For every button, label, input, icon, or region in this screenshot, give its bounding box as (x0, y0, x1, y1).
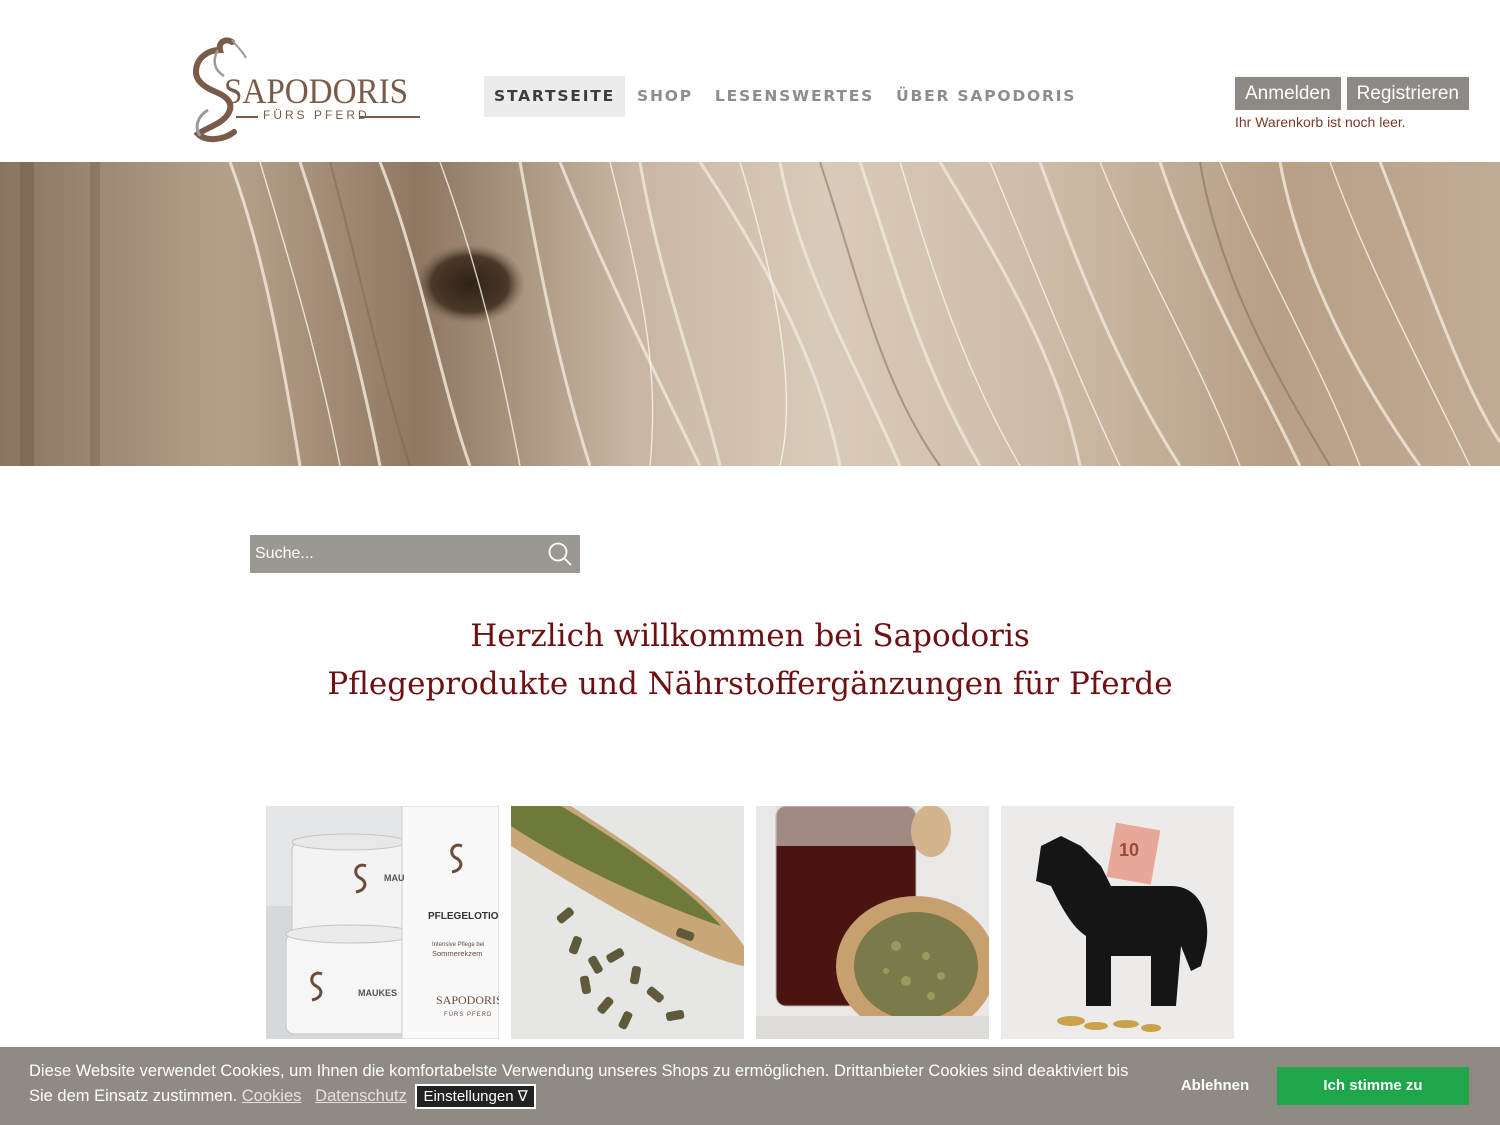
logo-divider-right (360, 116, 420, 118)
register-button[interactable]: Registrieren (1346, 77, 1469, 110)
label-mauke-1: MAU (384, 873, 405, 883)
hero-banner (0, 162, 1500, 466)
category-tiles: PFLEGELOTION Intensive Pflege bei Sommer… (266, 806, 1234, 1039)
welcome-heading: Herzlich willkommen bei Sapodoris Pflege… (0, 612, 1500, 708)
search-input[interactable] (250, 535, 540, 573)
banknote-text: 10 (1119, 840, 1139, 860)
tile-savings[interactable]: 10 (1001, 806, 1234, 1039)
horse-mane-image (0, 162, 1500, 466)
label-sapodoris: SAPODORIS (436, 993, 499, 1007)
cookie-banner: Diese Website verwendet Cookies, um Ihne… (0, 1047, 1500, 1125)
tile-oil-herbs[interactable] (756, 806, 989, 1039)
privacy-link[interactable]: Datenschutz (315, 1087, 407, 1105)
tile-care-products[interactable]: PFLEGELOTION Intensive Pflege bei Sommer… (266, 806, 499, 1039)
cookie-accept-button[interactable]: Ich stimme zu (1277, 1067, 1469, 1105)
cookies-link[interactable]: Cookies (242, 1087, 302, 1105)
care-products-image: PFLEGELOTION Intensive Pflege bei Sommer… (266, 806, 499, 1039)
search-button[interactable] (540, 535, 580, 573)
search-icon (548, 542, 572, 566)
logo[interactable]: SAPODORIS FÜRS PFERD (188, 36, 433, 146)
search-bar (250, 535, 580, 573)
brand-name: SAPODORIS (224, 71, 409, 111)
label-lotion-sub: Intensive Pflege bei (432, 942, 484, 948)
login-button[interactable]: Anmelden (1235, 77, 1341, 110)
cookie-reject-button[interactable]: Ablehnen (1160, 1067, 1270, 1105)
label-fuers-pferd: FÜRS PFERD (444, 1011, 492, 1018)
main-nav: STARTSEITE SHOP LESENSWERTES ÜBER SAPODO… (484, 76, 1088, 117)
nav-item-ueber-sapodoris[interactable]: ÜBER SAPODORIS (886, 76, 1086, 117)
page: SAPODORIS FÜRS PFERD STARTSEITE SHOP LES… (0, 0, 1500, 1125)
label-sommerekzem: Sommerekzem (432, 949, 482, 958)
nav-item-lesenswertes[interactable]: LESENSWERTES (705, 76, 884, 117)
nav-item-startseite[interactable]: STARTSEITE (484, 76, 626, 117)
tile-pellets[interactable] (511, 806, 744, 1039)
horse-piggy-bank-image: 10 (1001, 806, 1234, 1039)
oil-herbs-image (756, 806, 989, 1039)
welcome-line-1: Herzlich willkommen bei Sapodoris (470, 618, 1030, 654)
account-actions: Anmelden Registrieren (1235, 77, 1469, 110)
cookie-message: Diese Website verwendet Cookies, um Ihne… (29, 1062, 1129, 1105)
label-mauke-2: MAUKES (358, 988, 397, 998)
pellets-image (511, 806, 744, 1039)
cookie-settings-button[interactable]: Einstellungen ∇ (415, 1084, 536, 1109)
site-header: SAPODORIS FÜRS PFERD STARTSEITE SHOP LES… (0, 0, 1500, 162)
label-pflegelotion: PFLEGELOTION (428, 911, 499, 922)
welcome-line-2: Pflegeprodukte und Nährstoffergänzungen … (327, 666, 1173, 702)
cookie-text-block: Diese Website verwendet Cookies, um Ihne… (29, 1059, 1139, 1109)
logo-divider-left (236, 116, 258, 118)
nav-item-shop[interactable]: SHOP (627, 76, 703, 117)
brand-tagline: FÜRS PFERD (263, 108, 370, 122)
cart-status[interactable]: Ihr Warenkorb ist noch leer. (1235, 114, 1406, 130)
